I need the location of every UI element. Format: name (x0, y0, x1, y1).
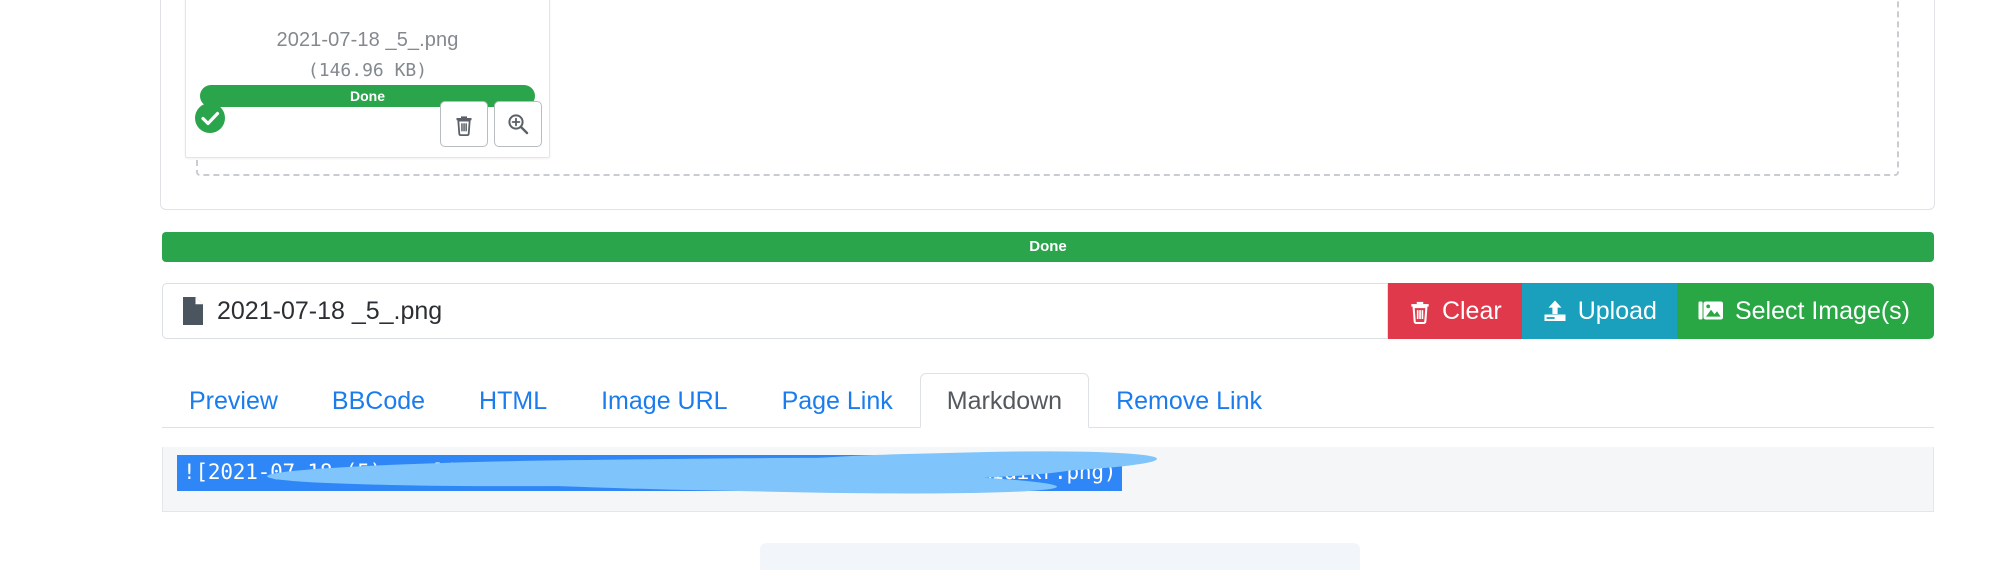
overall-progress-bar: Done (162, 232, 1934, 262)
select-images-button[interactable]: Select Image(s) (1676, 283, 1934, 339)
file-card-delete-button[interactable] (440, 101, 488, 147)
tab-markdown[interactable]: Markdown (919, 373, 1090, 428)
trash-icon (453, 112, 475, 136)
file-card-actions (440, 101, 542, 147)
clear-button[interactable]: Clear (1387, 283, 1522, 339)
trash-icon (1408, 298, 1432, 324)
output-format-tabs: Preview BBCode HTML Image URL Page Link … (162, 373, 1934, 428)
filename-input-group: 2021-07-18 _5_.png Clear Upload Select I… (162, 283, 1934, 339)
upload-icon (1542, 298, 1568, 324)
file-card-footer (186, 101, 549, 157)
upload-page: 2021-07-18 _5_.png (146.96 KB) Done Done… (0, 0, 1995, 570)
upload-button-label: Upload (1577, 296, 1657, 325)
file-card-filesize: (146.96 KB) (307, 60, 428, 81)
markdown-output-text[interactable]: ![2021-07-18 (5).png](https://i.ibb.co/x… (177, 447, 1158, 498)
zoom-in-icon (506, 112, 530, 136)
upload-button[interactable]: Upload (1521, 283, 1677, 339)
filename-text: 2021-07-18 _5_.png (217, 296, 443, 325)
tab-html[interactable]: HTML (452, 373, 574, 428)
document-icon (181, 296, 205, 326)
select-images-button-label: Select Image(s) (1734, 296, 1910, 325)
file-card-filename: 2021-07-18 _5_.png (276, 29, 459, 51)
tab-preview[interactable]: Preview (162, 373, 305, 428)
file-card-info: 2021-07-18 _5_.png (146.96 KB) (186, 26, 549, 85)
bottom-info-panel (760, 543, 1360, 570)
check-circle-icon (195, 103, 225, 133)
clear-button-label: Clear (1441, 296, 1502, 325)
markdown-output-value: ![2021-07-18 (5).png](https://i.ibb.co/x… (183, 460, 1117, 484)
overall-progress-label: Done (1029, 238, 1067, 255)
filename-input[interactable]: 2021-07-18 _5_.png (162, 283, 1388, 339)
markdown-output-box[interactable]: ![2021-07-18 (5).png](https://i.ibb.co/x… (162, 447, 1934, 512)
file-card-preview-button[interactable] (494, 101, 542, 147)
tab-image-url[interactable]: Image URL (574, 373, 754, 428)
tab-page-link[interactable]: Page Link (755, 373, 920, 428)
file-preview-card[interactable]: 2021-07-18 _5_.png (146.96 KB) Done (185, 0, 550, 158)
tab-remove-link[interactable]: Remove Link (1089, 373, 1289, 428)
tab-bbcode[interactable]: BBCode (305, 373, 452, 428)
images-icon (1697, 298, 1725, 324)
